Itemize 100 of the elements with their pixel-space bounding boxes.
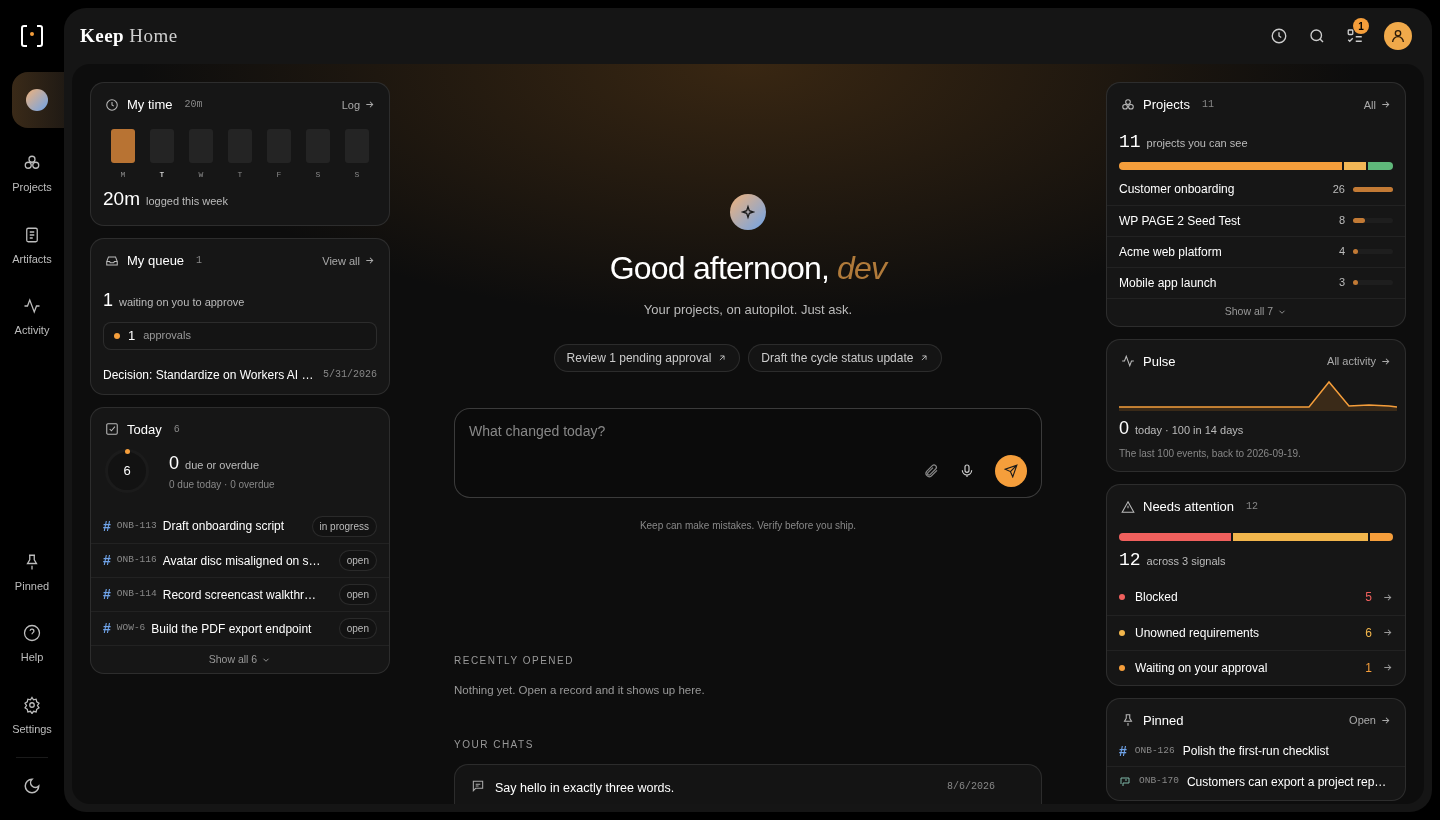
project-row[interactable]: WP PAGE 2 Seed Test 8	[1107, 204, 1405, 236]
total-value: 1	[103, 288, 113, 312]
nav-item[interactable]: Help	[4, 620, 60, 670]
project-name: Acme web platform	[1119, 243, 1223, 261]
suggestion-chip[interactable]: Draft the cycle status update	[748, 343, 943, 372]
day-label: T	[159, 168, 165, 181]
arrow-right-icon	[1382, 662, 1393, 673]
task-id: ONB-170	[1139, 774, 1179, 789]
signal-label: Unowned requirements	[1135, 624, 1261, 642]
greeting: Good afternoon, dev	[609, 249, 887, 288]
ring-value: 6	[123, 462, 131, 481]
clock-icon	[105, 97, 119, 112]
pulse-note: The last 100 events, back to 2026-09-19.	[1118, 447, 1302, 461]
sparkle-icon	[730, 194, 766, 230]
due-value: 0	[169, 452, 179, 475]
signal-row[interactable]: Blocked 5	[1107, 579, 1405, 615]
task-title: Draft onboarding script	[162, 518, 286, 535]
hash-icon: #	[103, 618, 111, 639]
empty-message: Nothing yet. Open a record and it shows up here.	[454, 682, 706, 698]
history-icon[interactable]	[1270, 27, 1288, 45]
card-title: Pulse	[1143, 352, 1176, 371]
suggestion-chip[interactable]: Review 1 pending approval	[553, 343, 741, 372]
task-row[interactable]: # ONB-114 Record screencast walkthr… open	[91, 577, 389, 611]
arrow-right-icon	[1382, 627, 1393, 638]
arrow-right-icon	[1380, 355, 1391, 367]
total-value: 0	[1119, 417, 1129, 440]
signal-row[interactable]: Waiting on your approval 1	[1107, 649, 1405, 685]
task-id: ONB-126	[1134, 743, 1175, 758]
card-link[interactable]: All activity	[1327, 353, 1391, 370]
paperclip-icon[interactable]	[923, 462, 939, 479]
cluster-icon	[1121, 97, 1135, 112]
task-row[interactable]: # WOW-6 Build the PDF export endpoint open	[91, 611, 389, 645]
show-all-button[interactable]: Show all 7	[1224, 304, 1288, 320]
count-label: 11	[1201, 98, 1214, 113]
nav-item[interactable]: Artifacts	[4, 221, 60, 271]
task-id: ONB-114	[116, 587, 157, 602]
hash-icon: #	[1119, 740, 1127, 762]
inbox-icon	[105, 253, 119, 268]
signal-row[interactable]: Unowned requirements 6	[1107, 614, 1405, 650]
arrow-right-icon	[1380, 714, 1391, 726]
nav-item[interactable]: Activity	[4, 293, 60, 343]
total-label: today · 100 in 14 days	[1135, 423, 1244, 438]
send-button[interactable]	[995, 454, 1027, 487]
arrow-up-right-icon	[919, 352, 930, 363]
section-heading: YOUR CHATS	[454, 737, 535, 752]
message-input[interactable]: What changed today?	[469, 420, 1027, 442]
moon-icon[interactable]	[23, 777, 41, 795]
total-label: waiting on you to approve	[119, 294, 245, 310]
card-link[interactable]: Open	[1349, 712, 1391, 729]
project-row[interactable]: Mobile app launch 3	[1107, 266, 1405, 298]
total-label: projects you can see	[1146, 135, 1248, 151]
status-badge: in progress	[311, 515, 377, 537]
day-label: M	[120, 168, 126, 181]
day-label: S	[315, 168, 321, 181]
status-badge: open	[338, 618, 377, 639]
document-icon	[23, 225, 41, 244]
warning-icon	[1121, 499, 1135, 514]
chat-title: Say hello in exactly three words.	[495, 779, 676, 797]
pinned-row[interactable]: ONB-170 Customers can export a project rep…	[1107, 766, 1405, 796]
card-link[interactable]: All	[1363, 96, 1391, 113]
total-value: 11	[1119, 130, 1141, 154]
message-icon	[471, 778, 485, 793]
card-title: My queue	[127, 252, 185, 270]
approval-group[interactable]: 1 approvals	[103, 321, 377, 350]
hash-icon: #	[103, 550, 111, 571]
microphone-icon[interactable]	[959, 462, 975, 479]
chat-row[interactable]: Say hello in exactly three words. 8/6/2026	[454, 763, 1042, 804]
signal-count: 6	[1365, 624, 1372, 642]
card-link[interactable]: Log	[341, 96, 375, 113]
task-row[interactable]: # ONB-116 Avatar disc misaligned on s… open	[91, 543, 389, 577]
card-title: My time	[127, 96, 173, 114]
search-icon[interactable]	[1308, 27, 1326, 45]
nav-item[interactable]: Projects	[4, 150, 60, 200]
settings-icon	[23, 695, 41, 714]
nav-item[interactable]: Pinned	[4, 548, 60, 598]
signal-label: Waiting on your approval	[1135, 659, 1269, 677]
signal-count: 1	[1365, 659, 1372, 677]
card-link[interactable]: View all	[322, 252, 375, 269]
due-detail: 0 due today · 0 overdue	[169, 478, 275, 492]
queue-item-title[interactable]: Decision: Standardize on Workers AI …	[103, 365, 314, 384]
group-count: 1	[128, 326, 136, 345]
task-id: WOW-6	[116, 621, 146, 636]
cluster-icon	[23, 154, 41, 172]
avatar[interactable]	[1384, 22, 1412, 50]
task-row[interactable]: # ONB-113 Draft onboarding script in progress	[91, 509, 389, 543]
logo-icon[interactable]	[20, 24, 44, 48]
day-label: T	[237, 168, 243, 181]
show-all-button[interactable]: Show all 6	[208, 651, 272, 668]
nav-item[interactable]: Settings	[4, 691, 60, 741]
task-id: ONB-116	[116, 553, 157, 568]
pinned-row[interactable]: # ONB-126 Polish the first-run checklist	[1107, 736, 1405, 766]
hash-icon: #	[103, 515, 111, 537]
app-title: Keep Home	[80, 24, 178, 46]
signal-count: 5	[1365, 589, 1372, 606]
pin-icon	[1121, 713, 1135, 728]
project-name: WP PAGE 2 Seed Test	[1119, 212, 1242, 230]
project-row[interactable]: Customer onboarding 26	[1107, 173, 1405, 205]
project-row[interactable]: Acme web platform 4	[1107, 235, 1405, 267]
home-tab[interactable]	[12, 72, 64, 128]
help-icon	[23, 624, 41, 642]
